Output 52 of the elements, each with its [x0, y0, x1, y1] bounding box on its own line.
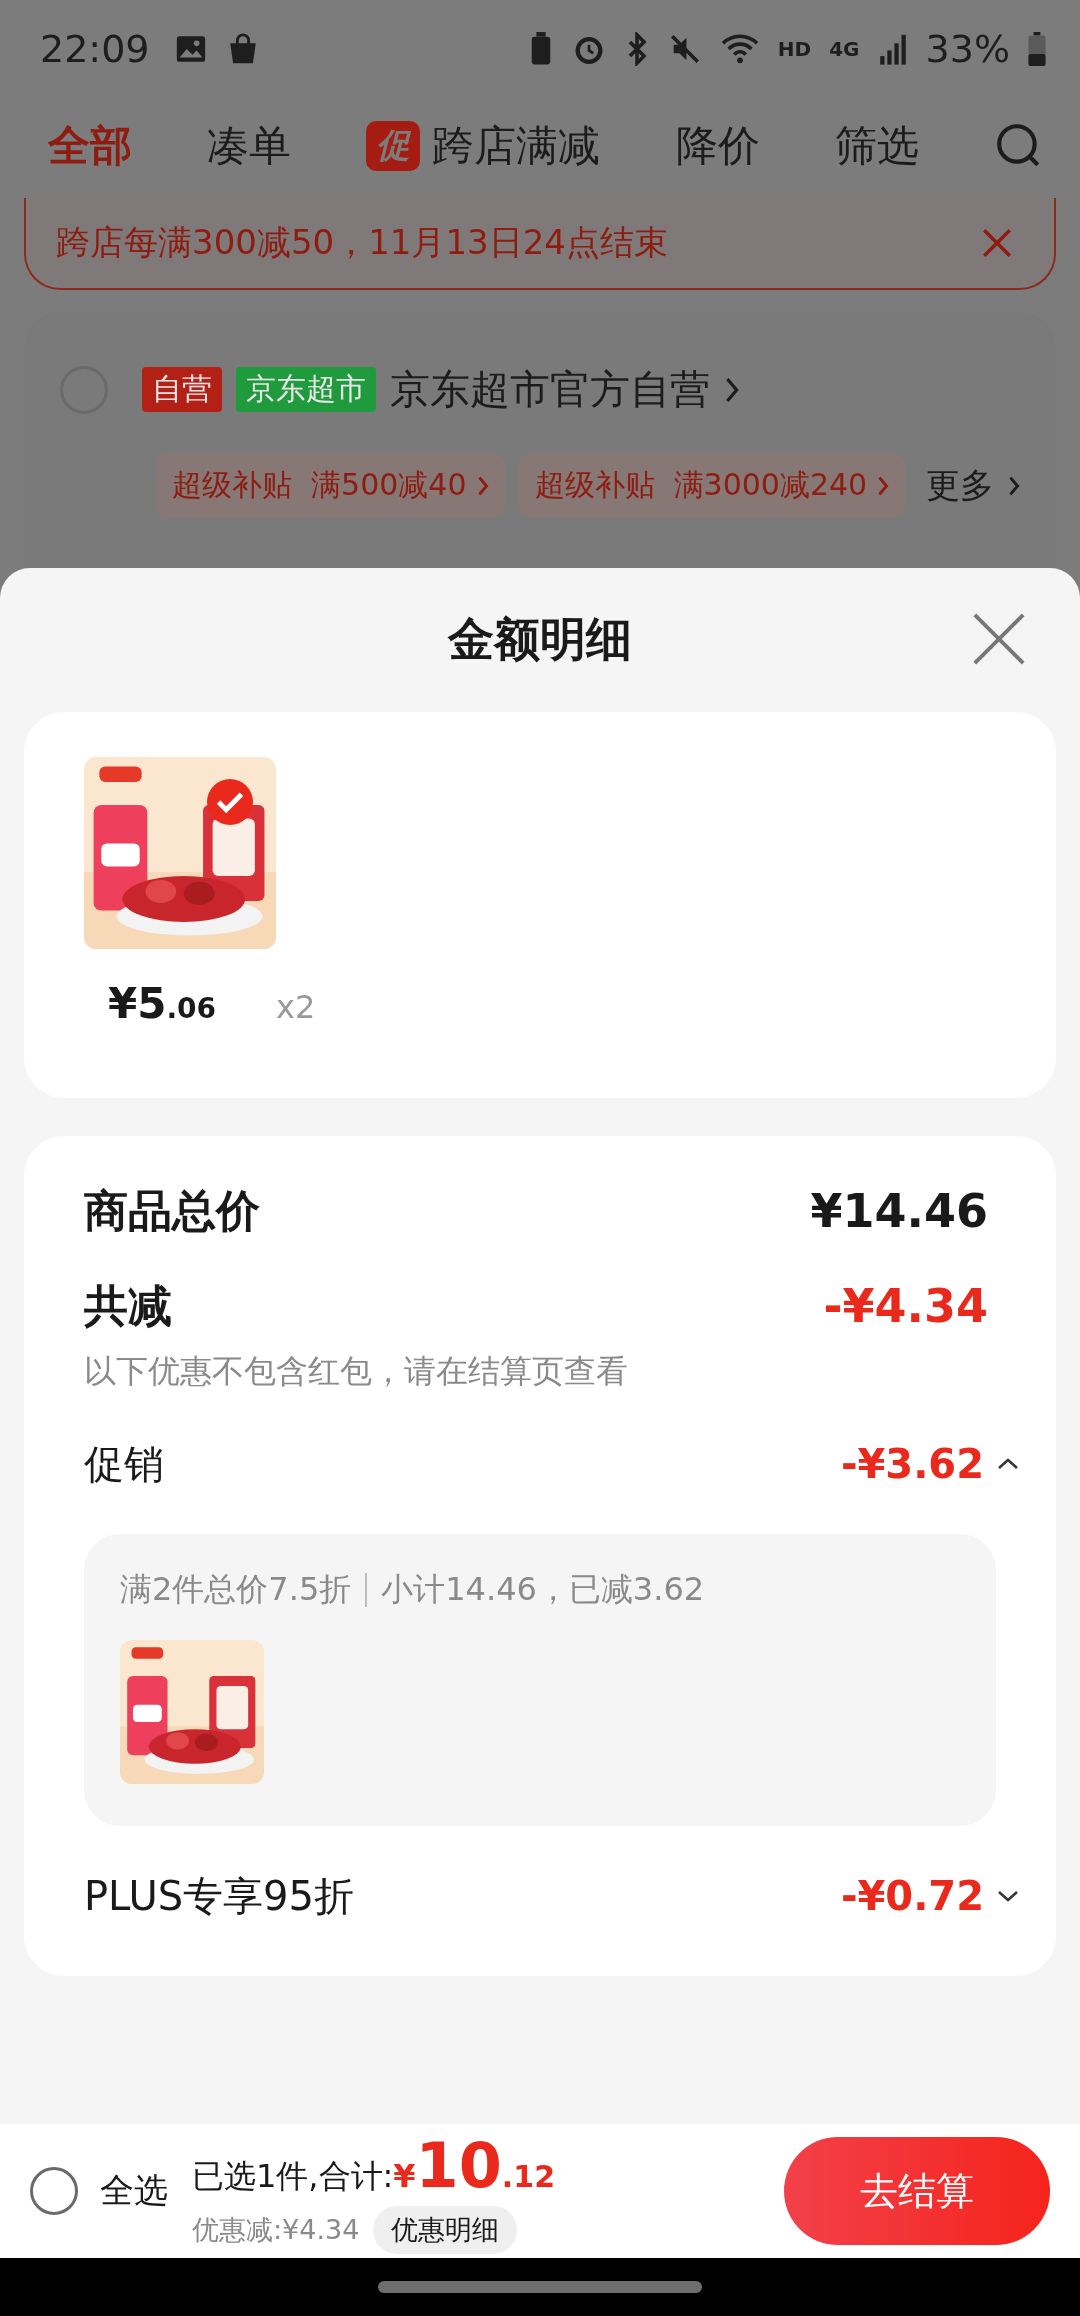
select-all-label[interactable]: 全选 — [100, 2168, 168, 2214]
discount-detail-button[interactable]: 优惠明细 — [373, 2205, 518, 2254]
discount-note: 以下优惠不包含红包，请在结算页查看 — [84, 1351, 629, 1392]
network-label: 4G — [829, 37, 860, 61]
coupon-text: 超级补贴 满3000减240 — [534, 466, 868, 504]
promotion-label: PLUS专享95折 — [84, 1871, 354, 1921]
product-quantity: x2 — [276, 988, 316, 1026]
chevron-right-icon — [476, 474, 489, 497]
coupon-chip[interactable]: 超级补贴 满500减40 — [156, 453, 505, 518]
tab-label: 跨店满减 — [432, 120, 601, 172]
wifi-icon — [719, 32, 760, 66]
chevron-down-icon[interactable] — [996, 1889, 1020, 1903]
chevron-right-icon — [1008, 474, 1020, 497]
coupon-text: 超级补贴 满500减40 — [172, 466, 467, 504]
promo-badge: 促 — [366, 121, 421, 171]
summary-label: 商品总价 — [84, 1183, 260, 1238]
coupon-chip[interactable]: 超级补贴 满3000减240 — [518, 453, 906, 518]
store-name[interactable]: 京东超市官方自营 — [390, 362, 710, 417]
chevron-right-icon — [724, 375, 740, 404]
summary-label: 共减 — [84, 1278, 172, 1333]
tab[interactable]: 降价 — [675, 118, 760, 174]
chevron-up-icon[interactable] — [996, 1457, 1020, 1471]
promotion-value: -¥3.62 — [840, 1441, 984, 1487]
battery-icon — [1028, 32, 1046, 66]
tab[interactable]: 促 跨店满减 — [366, 118, 601, 174]
battery-percent: 33% — [925, 27, 1010, 71]
more-link[interactable]: 更多 — [926, 462, 994, 509]
store-tag: 自营 — [142, 367, 222, 412]
total-price: ¥10.12 — [393, 2128, 555, 2202]
chevron-right-icon — [877, 474, 890, 497]
discount-amount: 优惠减:¥4.34 — [192, 2212, 360, 2247]
status-time: 22:09 — [40, 27, 150, 71]
summary-value: -¥4.34 — [823, 1279, 988, 1333]
tab[interactable]: 全部 — [48, 118, 132, 174]
banner-text: 跨店每满300减50，11月13日24点结束 — [56, 221, 668, 264]
hd-label: HD — [777, 37, 812, 61]
promotion-row[interactable]: PLUS专享95折 -¥0.72 — [84, 1856, 1020, 1936]
store-tag: 京东超市 — [236, 367, 376, 412]
signal-icon — [877, 32, 908, 66]
promotion-value: -¥0.72 — [840, 1873, 984, 1919]
tab[interactable]: 筛选 — [834, 118, 919, 174]
product-price: ¥5.06 — [108, 979, 217, 1028]
checkout-button[interactable]: 去结算 — [784, 2137, 1050, 2245]
select-all-checkbox[interactable] — [30, 2167, 78, 2215]
promotion-subtotal: 小计14.46，已减3.62 — [381, 1569, 705, 1610]
promotion-row[interactable]: 促销 -¥3.62 — [84, 1424, 1020, 1504]
promotion-label: 促销 — [84, 1439, 164, 1489]
tab[interactable]: 凑单 — [207, 118, 292, 174]
sheet-title: 金额明细 — [448, 611, 632, 668]
selected-count: 已选1件,合计: — [192, 2155, 394, 2197]
summary-value: ¥14.46 — [810, 1184, 988, 1238]
promotion-rule: 满2件总价7.5折 — [120, 1569, 352, 1610]
